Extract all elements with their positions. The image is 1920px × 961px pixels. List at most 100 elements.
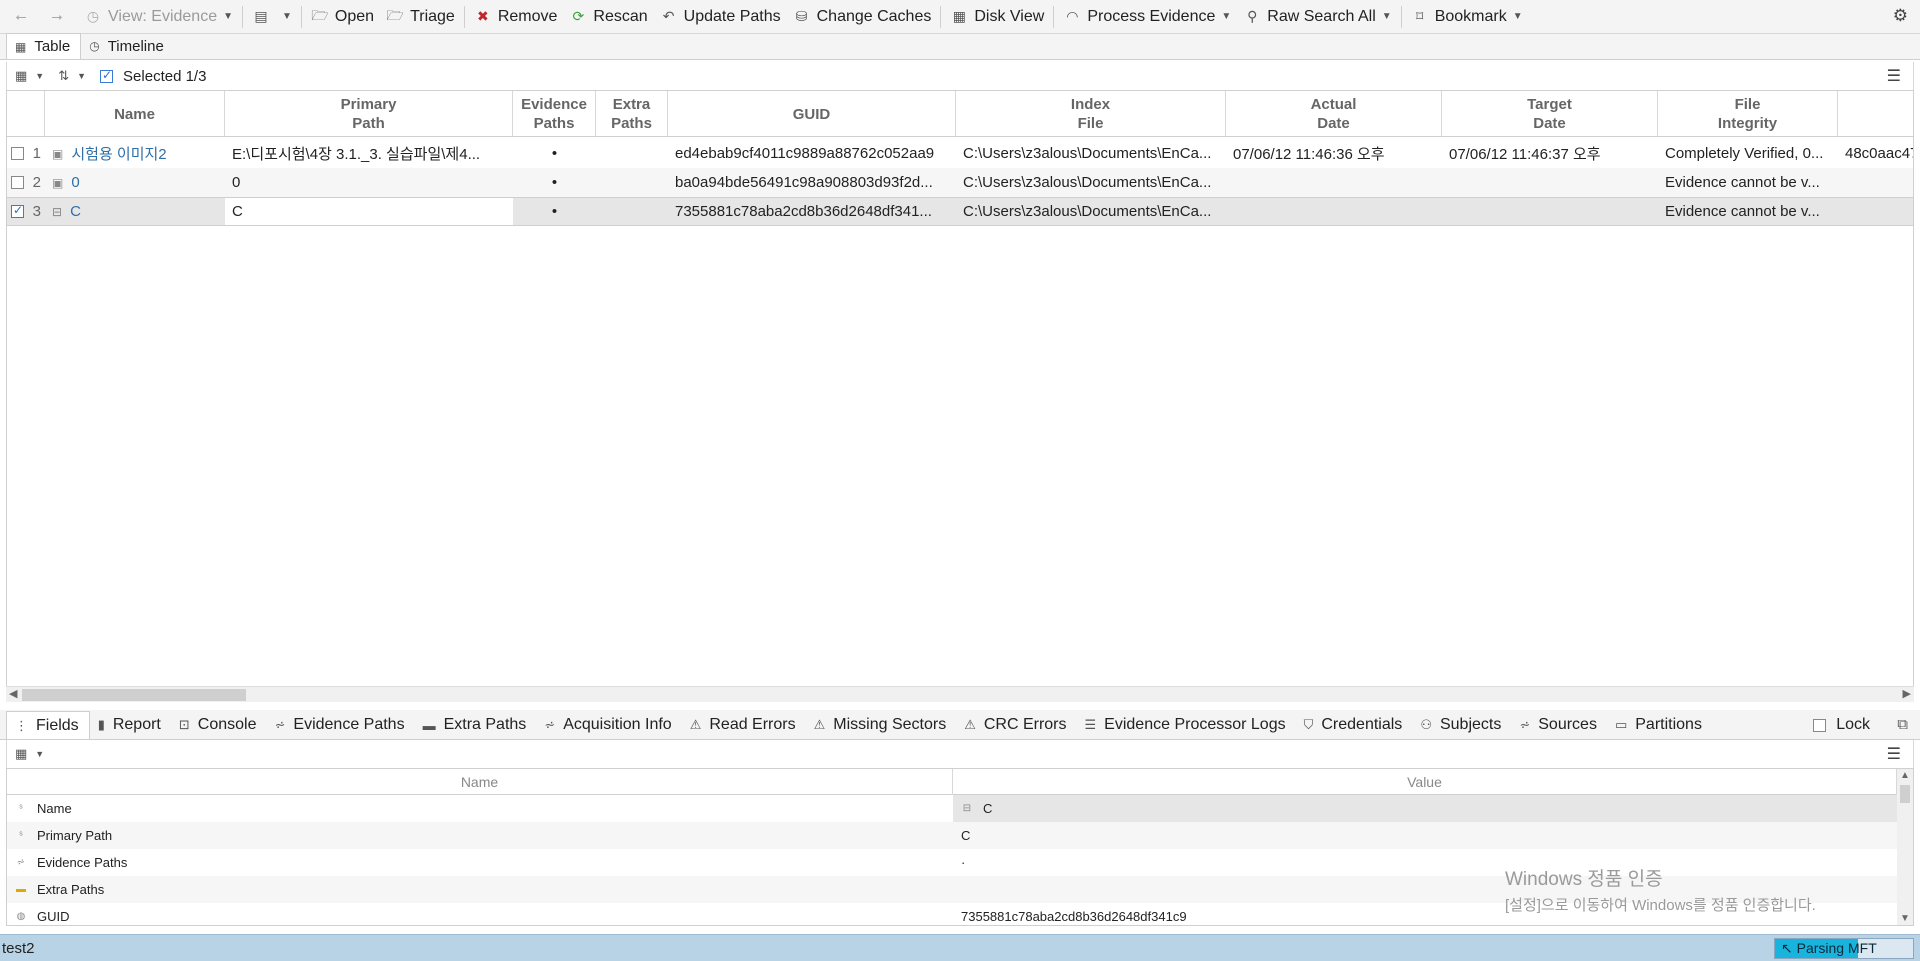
horizontal-scrollbar[interactable]: ◀ ▶ [6,686,1914,702]
field-value: · [961,855,966,870]
select-all-checkbox[interactable] [100,68,114,83]
sort-icon[interactable]: ⇅ [58,68,69,84]
tab-fields[interactable]: ⋮ Fields [6,711,90,739]
raw-search-all-label: Raw Search All [1267,7,1376,25]
column-header-target-date[interactable]: Target Date [1442,91,1658,137]
table-toolbar: ▦ ▼ ⇅ ▼ Selected 1/3 ☰ [6,62,1914,90]
progress-bar[interactable]: ↖ Parsing MFT [1774,938,1914,959]
user-icon: ⚇ [1420,717,1432,732]
tab-extra-paths[interactable]: ▬ Extra Paths [415,711,537,739]
tab-credentials[interactable]: ⛉ Credentials [1296,711,1413,739]
table-row[interactable]: 2 ▣ 0 0 • ba0a94bde56491c98a908803d93f2d.… [7,168,1913,197]
tab-subjects[interactable]: ⚇ Subjects [1412,711,1511,739]
tab-report[interactable]: ▮ Report [90,711,171,739]
process-evidence-button[interactable]: ◠ Process Evidence ▼ [1057,3,1237,31]
forward-button[interactable]: ⭢ [42,3,78,31]
row-target-date: 07/06/12 11:46:37 오후 [1449,146,1601,163]
column-header-extra-paths[interactable]: Extra Paths [596,91,668,137]
bookmark-label: Bookmark [1434,7,1507,25]
rescan-button[interactable]: ⟳ Rescan [563,3,653,31]
tab-sources[interactable]: ⩫ Sources [1511,711,1607,739]
chevron-down-icon[interactable]: ▼ [35,749,44,759]
progress-label: ↖ Parsing MFT [1781,940,1877,956]
tab-console[interactable]: ⊡ Console [171,711,267,739]
row-checkbox[interactable] [11,176,24,189]
tab-evidence-processor-logs[interactable]: ☰ Evidence Processor Logs [1077,711,1296,739]
tab-table[interactable]: ▦ Table [6,33,82,59]
field-row[interactable]: ˢ Name ⊟ C [7,795,1913,822]
row-index-file: C:\Users\z3alous\Documents\EnCa... [963,145,1212,162]
row-name[interactable]: C [70,203,81,220]
column-header-guid[interactable]: GUID [668,91,956,137]
toolbar-divider [300,5,302,28]
tab-acquisition-info[interactable]: ⩫ Acquisition Info [536,711,681,739]
raw-search-all-button[interactable]: ⚲ Raw Search All ▼ [1237,3,1397,31]
chevron-down-icon[interactable]: ▼ [77,71,86,81]
menu-icon[interactable]: ☰ [1887,66,1901,86]
field-row[interactable]: ˢ Primary Path C [7,822,1913,849]
tab-read-errors[interactable]: ⚠ Read Errors [682,711,806,739]
process-evidence-label: Process Evidence [1087,7,1216,25]
field-name: Extra Paths [37,882,105,897]
remove-button[interactable]: ✖ Remove [468,3,564,31]
vertical-scrollbar[interactable]: ▲ ▼ [1897,769,1913,925]
fields-column-name[interactable]: Name [7,769,953,795]
scroll-up-icon[interactable]: ▲ [1900,770,1910,781]
scroll-down-icon[interactable]: ▼ [1900,913,1910,924]
scroll-left-icon[interactable]: ◀ [9,687,17,700]
scrollbar-thumb[interactable] [1900,785,1910,803]
watermark-subtitle: [설정]으로 이동하여 Windows를 정품 인증합니다. [1505,897,1816,914]
layout-dropdown[interactable]: ▤ ▼ [246,3,298,31]
table-options-icon[interactable]: ▦ [15,746,27,762]
open-button[interactable]: 🗁 Open [305,3,380,31]
row-file-integrity: Evidence cannot be v... [1665,203,1820,220]
update-paths-button[interactable]: ↶ Update Paths [654,3,787,31]
triage-button[interactable]: 🗁 Triage [380,3,461,31]
column-header-actual-date[interactable]: Actual Date [1226,91,1442,137]
tab-missing-sectors-label: Missing Sectors [833,716,947,733]
lock-checkbox[interactable] [1813,718,1827,732]
table-row[interactable]: 1 ▣ 시험용 이미지2 E:\디포시험\4장 3.1._3. 실습파일\제4..… [7,139,1913,168]
tab-crc-errors[interactable]: ⚠ CRC Errors [956,711,1076,739]
console-icon: ⊡ [178,717,190,732]
lock-toggle[interactable]: Lock [1813,716,1870,734]
change-caches-button[interactable]: ⛁ Change Caches [787,3,938,31]
update-paths-label: Update Paths [683,7,781,25]
column-header-index-file[interactable]: Index File [956,91,1226,137]
tab-console-label: Console [197,716,257,733]
row-checkbox[interactable] [11,147,24,160]
scrollbar-thumb[interactable] [22,689,246,701]
column-header-index[interactable] [7,91,45,137]
column-header-name[interactable]: Name [45,91,225,137]
tab-partitions[interactable]: ▭ Partitions [1607,711,1712,739]
bookmark-button[interactable]: ⌑ Bookmark ▼ [1405,3,1529,31]
menu-icon[interactable]: ☰ [1887,744,1901,764]
row-checkbox[interactable] [11,203,24,218]
table-row-selected[interactable]: 3 ⊟ C C • 7355881c78aba2cd8b36d2648df341.… [7,197,1913,226]
column-header-file-integrity[interactable]: File Integrity [1658,91,1838,137]
column-header-extra[interactable] [1838,91,1913,137]
row-name[interactable]: 시험용 이미지2 [71,143,166,164]
scroll-right-icon[interactable]: ▶ [1903,687,1911,700]
column-header-evidence-paths[interactable]: Evidence Paths [513,91,596,137]
chevron-down-icon[interactable]: ▼ [35,71,44,81]
row-actual-date: 07/06/12 11:46:36 오후 [1233,146,1385,163]
gear-icon[interactable]: ⚙ [1893,6,1908,26]
tab-evidence-processor-logs-label: Evidence Processor Logs [1104,716,1286,733]
table-options-icon[interactable]: ▦ [15,68,27,84]
fields-column-value[interactable]: Value [953,769,1897,795]
triage-icon: 🗁 [386,6,404,23]
tab-missing-sectors[interactable]: ⚠ Missing Sectors [806,711,957,739]
fields-table-header: Name Value [7,769,1913,795]
disk-view-button[interactable]: ▦ Disk View [944,3,1050,31]
column-header-primary-path[interactable]: Primary Path [225,91,513,137]
tab-timeline[interactable]: ◷ Timeline [81,33,174,59]
tab-evidence-paths[interactable]: ⩫ Evidence Paths [266,711,414,739]
detach-panel-icon[interactable]: ⧉ [1897,716,1908,733]
row-name[interactable]: 0 [71,174,79,191]
view-dropdown[interactable]: ◷ View: Evidence ▼ [78,3,239,31]
chevron-down-icon: ▼ [1512,11,1523,22]
tab-credentials-label: Credentials [1321,716,1403,733]
back-button[interactable]: ⭠ [6,3,42,31]
folder-open-icon: 🗁 [311,6,329,23]
